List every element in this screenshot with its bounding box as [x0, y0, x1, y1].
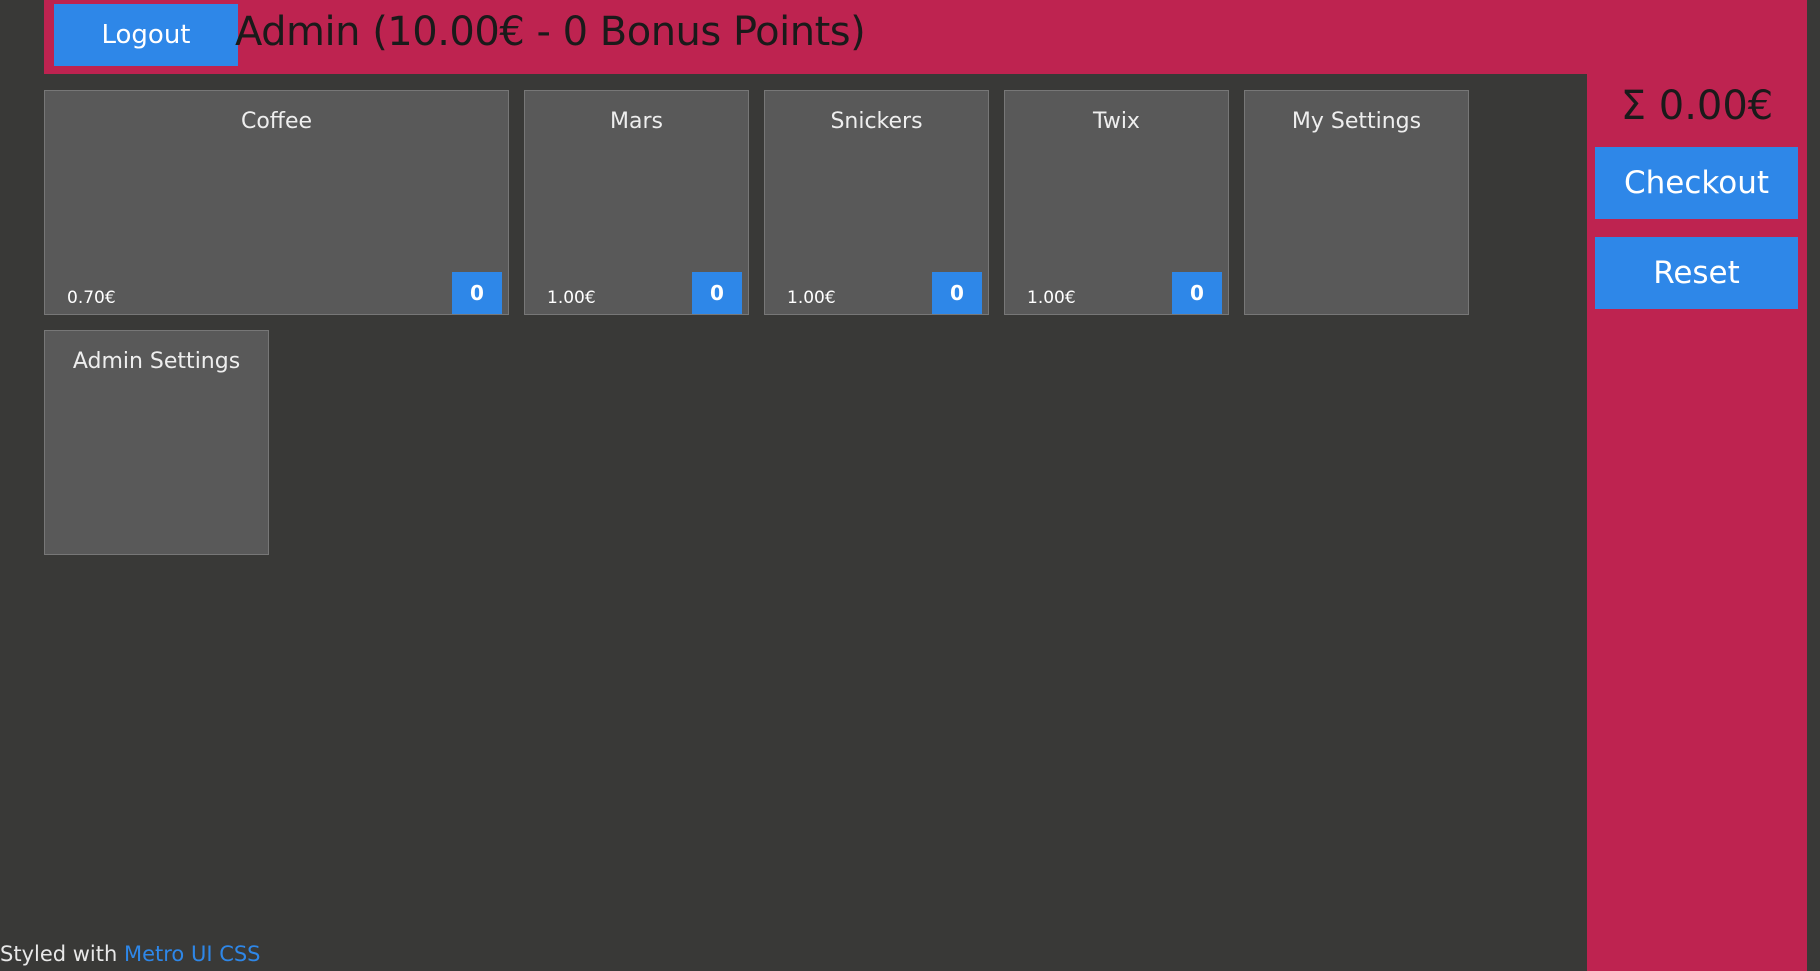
footer: Styled with Metro UI CSS — [0, 942, 261, 966]
metro-ui-css-link[interactable]: Metro UI CSS — [124, 942, 261, 966]
product-count-badge: 0 — [932, 272, 982, 314]
product-name: Coffee — [240, 109, 313, 134]
product-price: 0.70€ — [67, 288, 116, 308]
checkout-button[interactable]: Checkout — [1595, 147, 1798, 219]
product-tile-snickers[interactable]: Snickers 1.00€ 0 — [764, 90, 989, 315]
admin-settings-label: Admin Settings — [72, 349, 241, 374]
product-name: Mars — [610, 109, 663, 134]
product-tile-coffee[interactable]: Coffee 0.70€ 0 — [44, 90, 509, 315]
product-tile-mars[interactable]: Mars 1.00€ 0 — [524, 90, 749, 315]
reset-button[interactable]: Reset — [1595, 237, 1798, 309]
page: Logout Admin (10.00€ - 0 Bonus Points) C… — [0, 0, 1820, 971]
footer-text: Styled with — [0, 942, 124, 966]
top-bar: Logout Admin (10.00€ - 0 Bonus Points) — [44, 0, 1807, 74]
cart-total: Σ 0.00€ — [1620, 83, 1774, 129]
product-name: Twix — [1093, 109, 1140, 134]
product-count-badge: 0 — [1172, 272, 1222, 314]
product-price: 1.00€ — [787, 288, 836, 308]
logout-button[interactable]: Logout — [54, 4, 238, 66]
product-count-badge: 0 — [452, 272, 502, 314]
admin-settings-tile[interactable]: Admin Settings — [44, 330, 269, 555]
product-tile-twix[interactable]: Twix 1.00€ 0 — [1004, 90, 1229, 315]
product-count-badge: 0 — [692, 272, 742, 314]
user-title: Admin (10.00€ - 0 Bonus Points) — [235, 9, 866, 55]
product-price: 1.00€ — [547, 288, 596, 308]
my-settings-tile[interactable]: My Settings — [1244, 90, 1469, 315]
cart-sidebar: Σ 0.00€ Checkout Reset — [1587, 74, 1807, 971]
product-name: Snickers — [830, 109, 923, 134]
my-settings-label: My Settings — [1291, 109, 1422, 134]
product-price: 1.00€ — [1027, 288, 1076, 308]
